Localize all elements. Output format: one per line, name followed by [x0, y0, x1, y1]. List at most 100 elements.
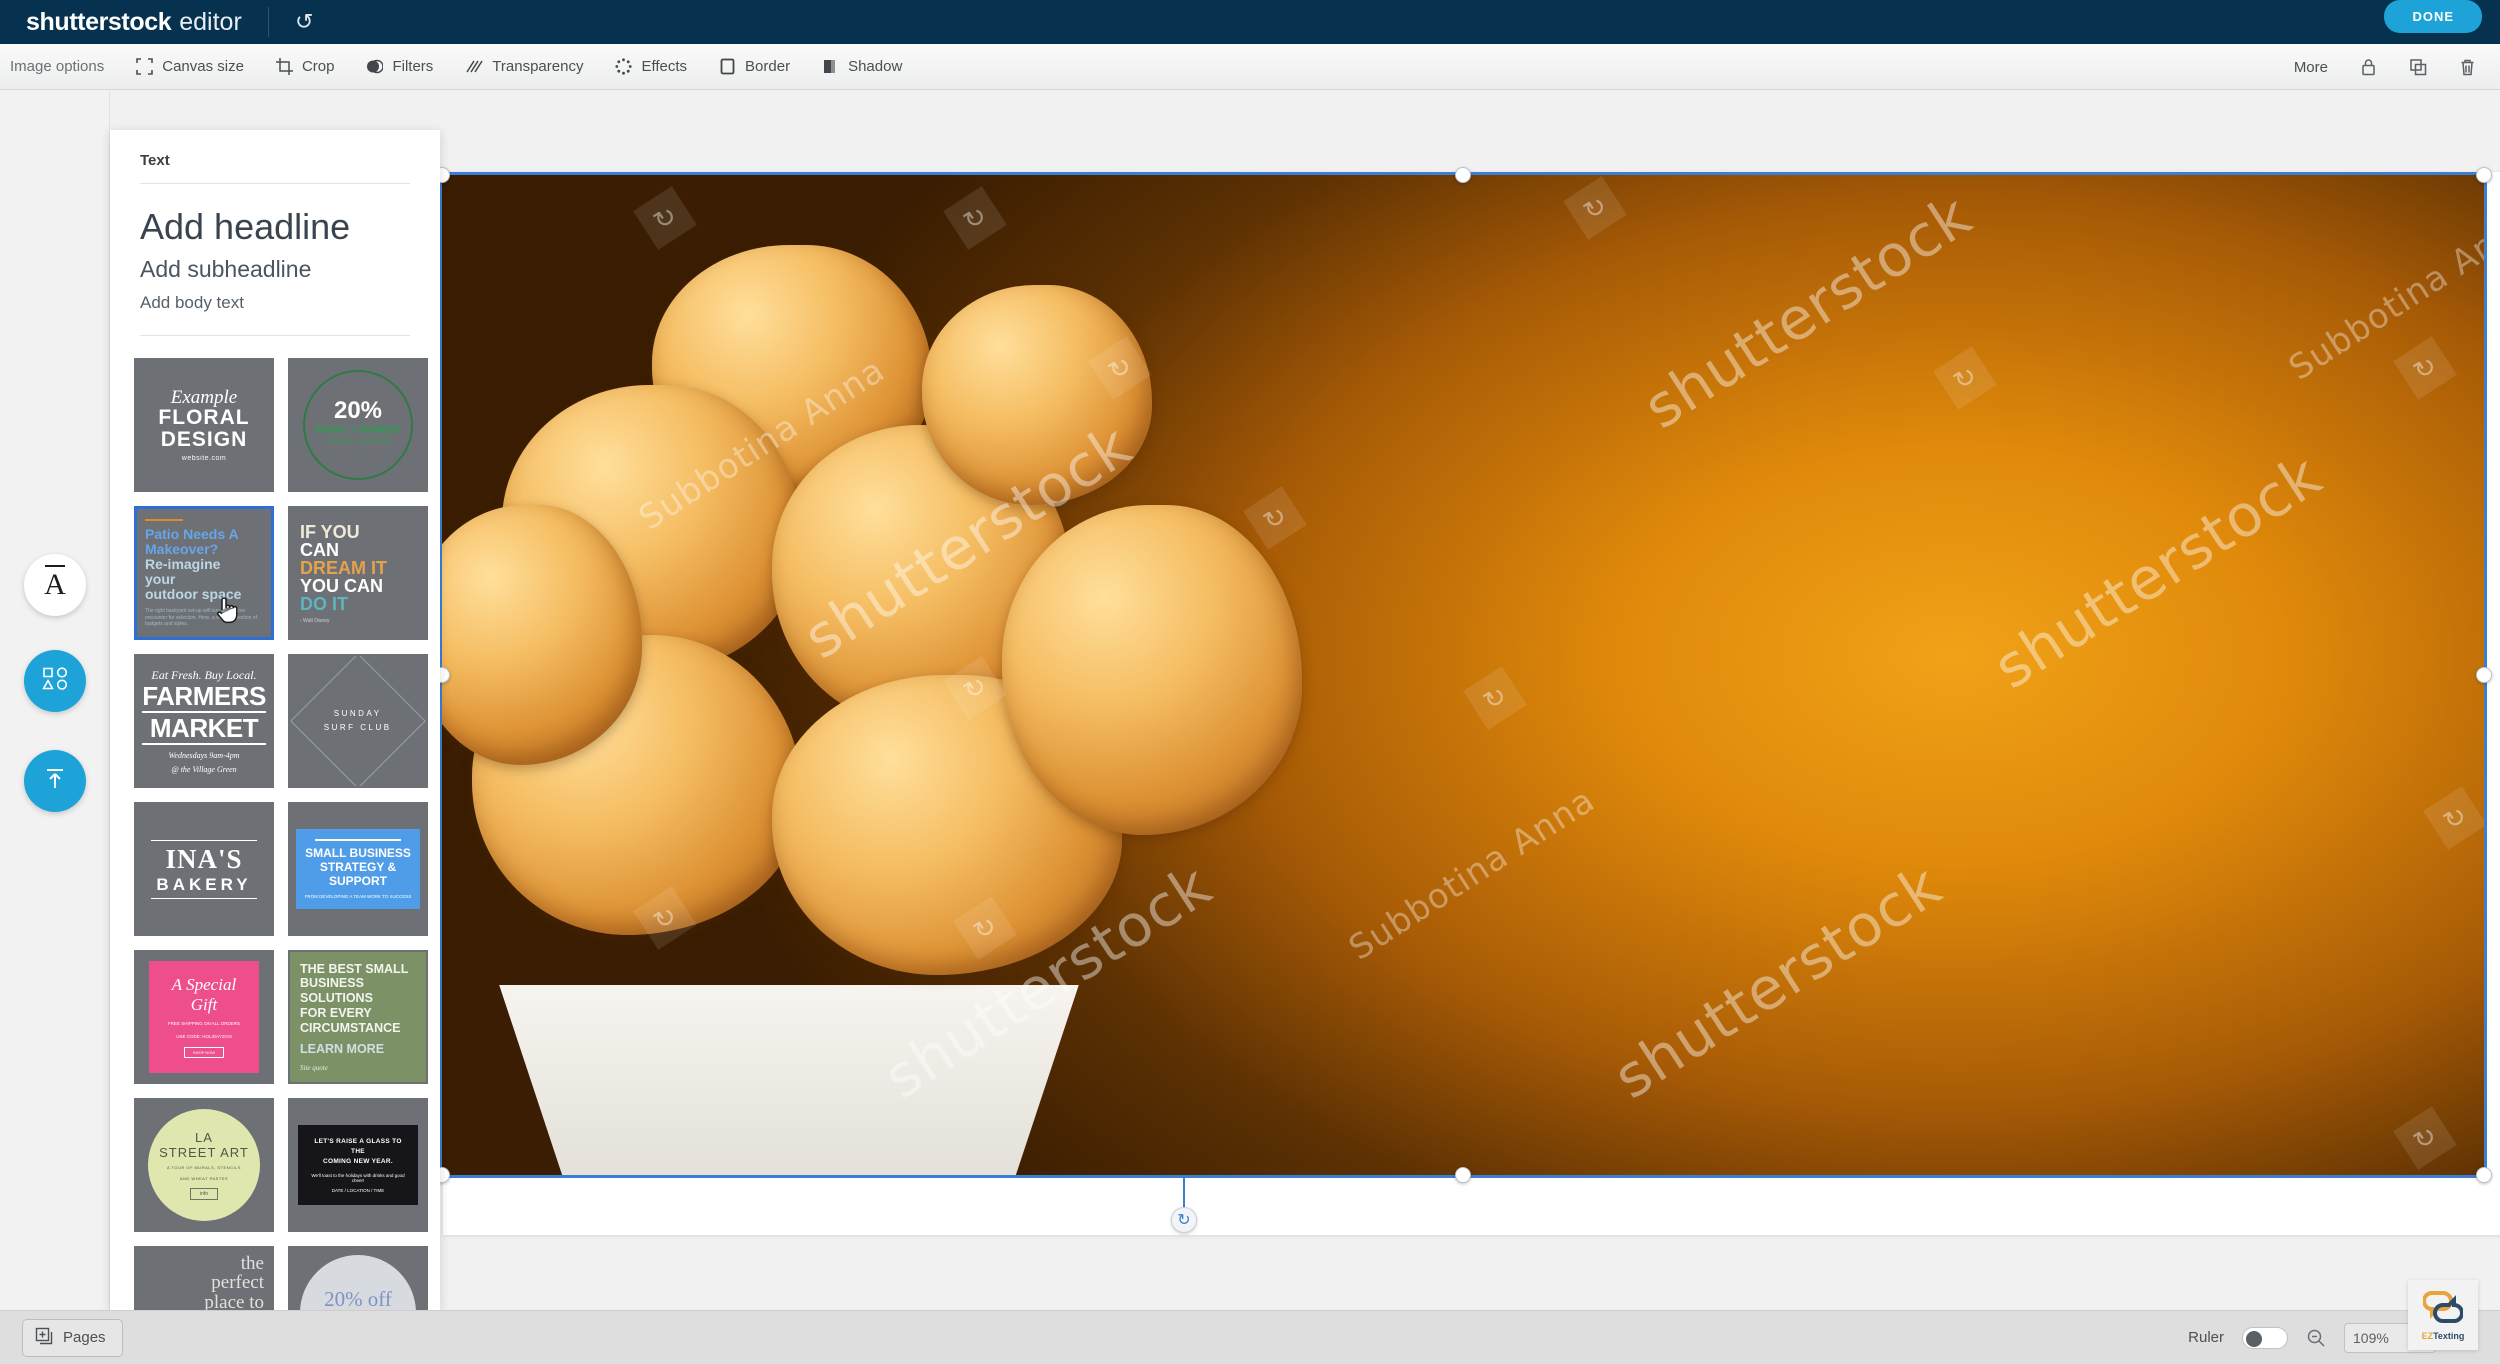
rotate-handle-stem [1183, 1175, 1185, 1209]
ruler-toggle-knob [2246, 1330, 2262, 1347]
tool-border[interactable]: Border [703, 44, 806, 90]
rotate-handle[interactable]: ↻ [1171, 1207, 1197, 1233]
resize-handle-bottom-right[interactable] [2476, 1167, 2492, 1183]
text-a-icon: A [44, 565, 66, 601]
watermark-icon [2393, 336, 2457, 400]
watermark-brand: shutterstock [1632, 180, 1984, 443]
tool-effects[interactable]: Effects [599, 44, 703, 90]
rule [150, 897, 258, 899]
template-thumbnail-small-business[interactable]: SMALL BUSINESS STRATEGY & SUPPORT FROM D… [288, 802, 428, 936]
accent-bar [145, 519, 183, 521]
template-line: INA'S [165, 843, 243, 874]
bucket-shape [499, 985, 1079, 1175]
template-line: place to [204, 1291, 264, 1310]
template-thumbnail-patio[interactable]: Patio Needs A Makeover? Re-imagine your … [134, 506, 274, 640]
template-thumbnail-dance[interactable]: the perfect place to dance is [134, 1246, 274, 1310]
template-line: info [189, 1188, 219, 1200]
ez-part: EZ [2421, 1330, 2434, 1341]
lock-button[interactable] [2346, 44, 2391, 90]
canvas-stage[interactable]: shutterstock shutterstock shutterstock s… [110, 90, 2500, 1364]
template-line: Site quote [300, 1064, 328, 1073]
text-tool-button[interactable]: A [24, 554, 86, 616]
bottom-status-bar: Pages Ruler 109% [0, 1310, 2500, 1364]
toolbar-right-group: More [2280, 44, 2490, 90]
tool-filters[interactable]: Filters [350, 44, 449, 90]
template-line: SUNDAY [334, 708, 382, 718]
template-thumbnail-inas-bakery[interactable]: INA'S BAKERY [134, 802, 274, 936]
add-body-text-option[interactable]: Add body text [110, 293, 440, 313]
left-tool-rail: A [0, 90, 110, 1364]
tool-image-options[interactable]: Image options [0, 44, 120, 90]
add-subheadline-option[interactable]: Add subheadline [110, 256, 440, 283]
lock-icon [2360, 58, 2377, 76]
template-line: LA [195, 1130, 213, 1145]
watermark-icon [1933, 346, 1997, 410]
template-line: MARKET [149, 712, 259, 743]
done-button[interactable]: DONE [2384, 0, 2482, 33]
template-thumbnail-surf[interactable]: SUNDAY SURF CLUB [288, 654, 428, 788]
duplicate-button[interactable] [2395, 44, 2441, 90]
circle-shape: LA STREET ART A TOUR OF MURALS, STENCILS… [148, 1109, 260, 1221]
template-line: STREET ART [159, 1145, 249, 1160]
pages-button[interactable]: Pages [22, 1318, 123, 1357]
template-line: website.com [181, 455, 227, 463]
tool-shadow[interactable]: Shadow [806, 44, 918, 90]
tool-transparency[interactable]: Transparency [449, 44, 599, 90]
brand-product: editor [179, 7, 242, 36]
shapes-tool-button[interactable] [24, 650, 86, 712]
shadow-icon [822, 58, 839, 75]
template-thumbnail-la-street-art[interactable]: LA STREET ART A TOUR OF MURALS, STENCILS… [134, 1098, 274, 1232]
ruler-toggle[interactable] [2242, 1326, 2288, 1349]
effects-label: Effects [641, 58, 688, 75]
add-headline-option[interactable]: Add headline [110, 206, 440, 248]
template-line: DREAM IT [300, 557, 387, 578]
filters-icon [366, 58, 384, 75]
zoom-level-value: 109% [2353, 1329, 2389, 1346]
ruler-label: Ruler [2188, 1329, 2224, 1346]
template-thumbnail-20-percent-off[interactable]: 20% off any job we perform for you some … [288, 1246, 428, 1310]
upload-icon [42, 766, 68, 797]
template-line: BAKERY [156, 874, 252, 894]
template-line: DESIGN [160, 428, 248, 451]
template-line: CIRCUMSTANCE [300, 1020, 401, 1035]
rule [142, 742, 266, 745]
template-line: - [357, 447, 359, 454]
template-line: Example [170, 386, 238, 408]
tool-canvas-size[interactable]: Canvas size [120, 44, 260, 90]
image-options-label: Image options [10, 58, 105, 75]
template-thumbnail-farmers[interactable]: Eat Fresh. Buy Local. FARMERS MARKET Wed… [134, 654, 274, 788]
texting-part: Texting [2433, 1330, 2465, 1341]
template-line: 20% [333, 396, 383, 424]
resize-handle-top-right[interactable] [2476, 167, 2492, 183]
template-line: CAN [300, 539, 339, 560]
template-line: THE BEST SMALL [300, 961, 409, 976]
delete-button[interactable] [2445, 44, 2490, 90]
zoom-out-icon[interactable] [2306, 1328, 2326, 1348]
canvas-size-icon [136, 58, 154, 75]
resize-handle-top-center[interactable] [1455, 167, 1471, 183]
ez-texting-badge: EZTexting [2408, 1280, 2478, 1350]
more-button[interactable]: More [2280, 44, 2342, 90]
template-thumbnail-floral[interactable]: Example FLORAL DESIGN website.com [134, 358, 274, 492]
tool-crop[interactable]: Crop [260, 44, 351, 90]
selected-image-object[interactable]: shutterstock shutterstock shutterstock s… [439, 172, 2487, 1178]
photo-background: shutterstock shutterstock shutterstock s… [442, 175, 2484, 1175]
diamond-shape: SUNDAY SURF CLUB [290, 656, 426, 786]
shadow-label: Shadow [848, 58, 903, 75]
undo-icon[interactable]: ↻ [295, 9, 313, 34]
more-label: More [2293, 58, 2328, 76]
template-thumbnail-special-gift[interactable]: A Special Gift FREE SHIPPING ON ALL ORDE… [134, 950, 274, 1084]
template-thumbnail-new-year-toast[interactable]: LET'S RAISE A GLASS TO THE COMING NEW YE… [288, 1098, 428, 1232]
template-line: SURF CLUB [324, 723, 392, 732]
template-line: AND WHEAT PASTES [179, 1176, 229, 1181]
watermark-author: Subbotina Anna [2282, 200, 2484, 389]
resize-handle-bottom-center[interactable] [1455, 1167, 1471, 1183]
template-line: LEARN MORE [300, 1042, 385, 1057]
template-line: YOU CAN [300, 575, 384, 596]
template-thumbnail-paint20[interactable]: 20% PAINT + PRIMER INTERIOR + EXTERIOR - [288, 358, 428, 492]
upload-tool-button[interactable] [24, 750, 86, 812]
text-template-grid: Example FLORAL DESIGN website.com 20% PA… [110, 336, 440, 1310]
template-thumbnail-best-solutions[interactable]: THE BEST SMALL BUSINESS SOLUTIONS FOR EV… [288, 950, 428, 1084]
template-thumbnail-dream[interactable]: IF YOU CAN DREAM IT YOU CAN DO IT - Walt… [288, 506, 428, 640]
resize-handle-middle-right[interactable] [2476, 667, 2492, 683]
